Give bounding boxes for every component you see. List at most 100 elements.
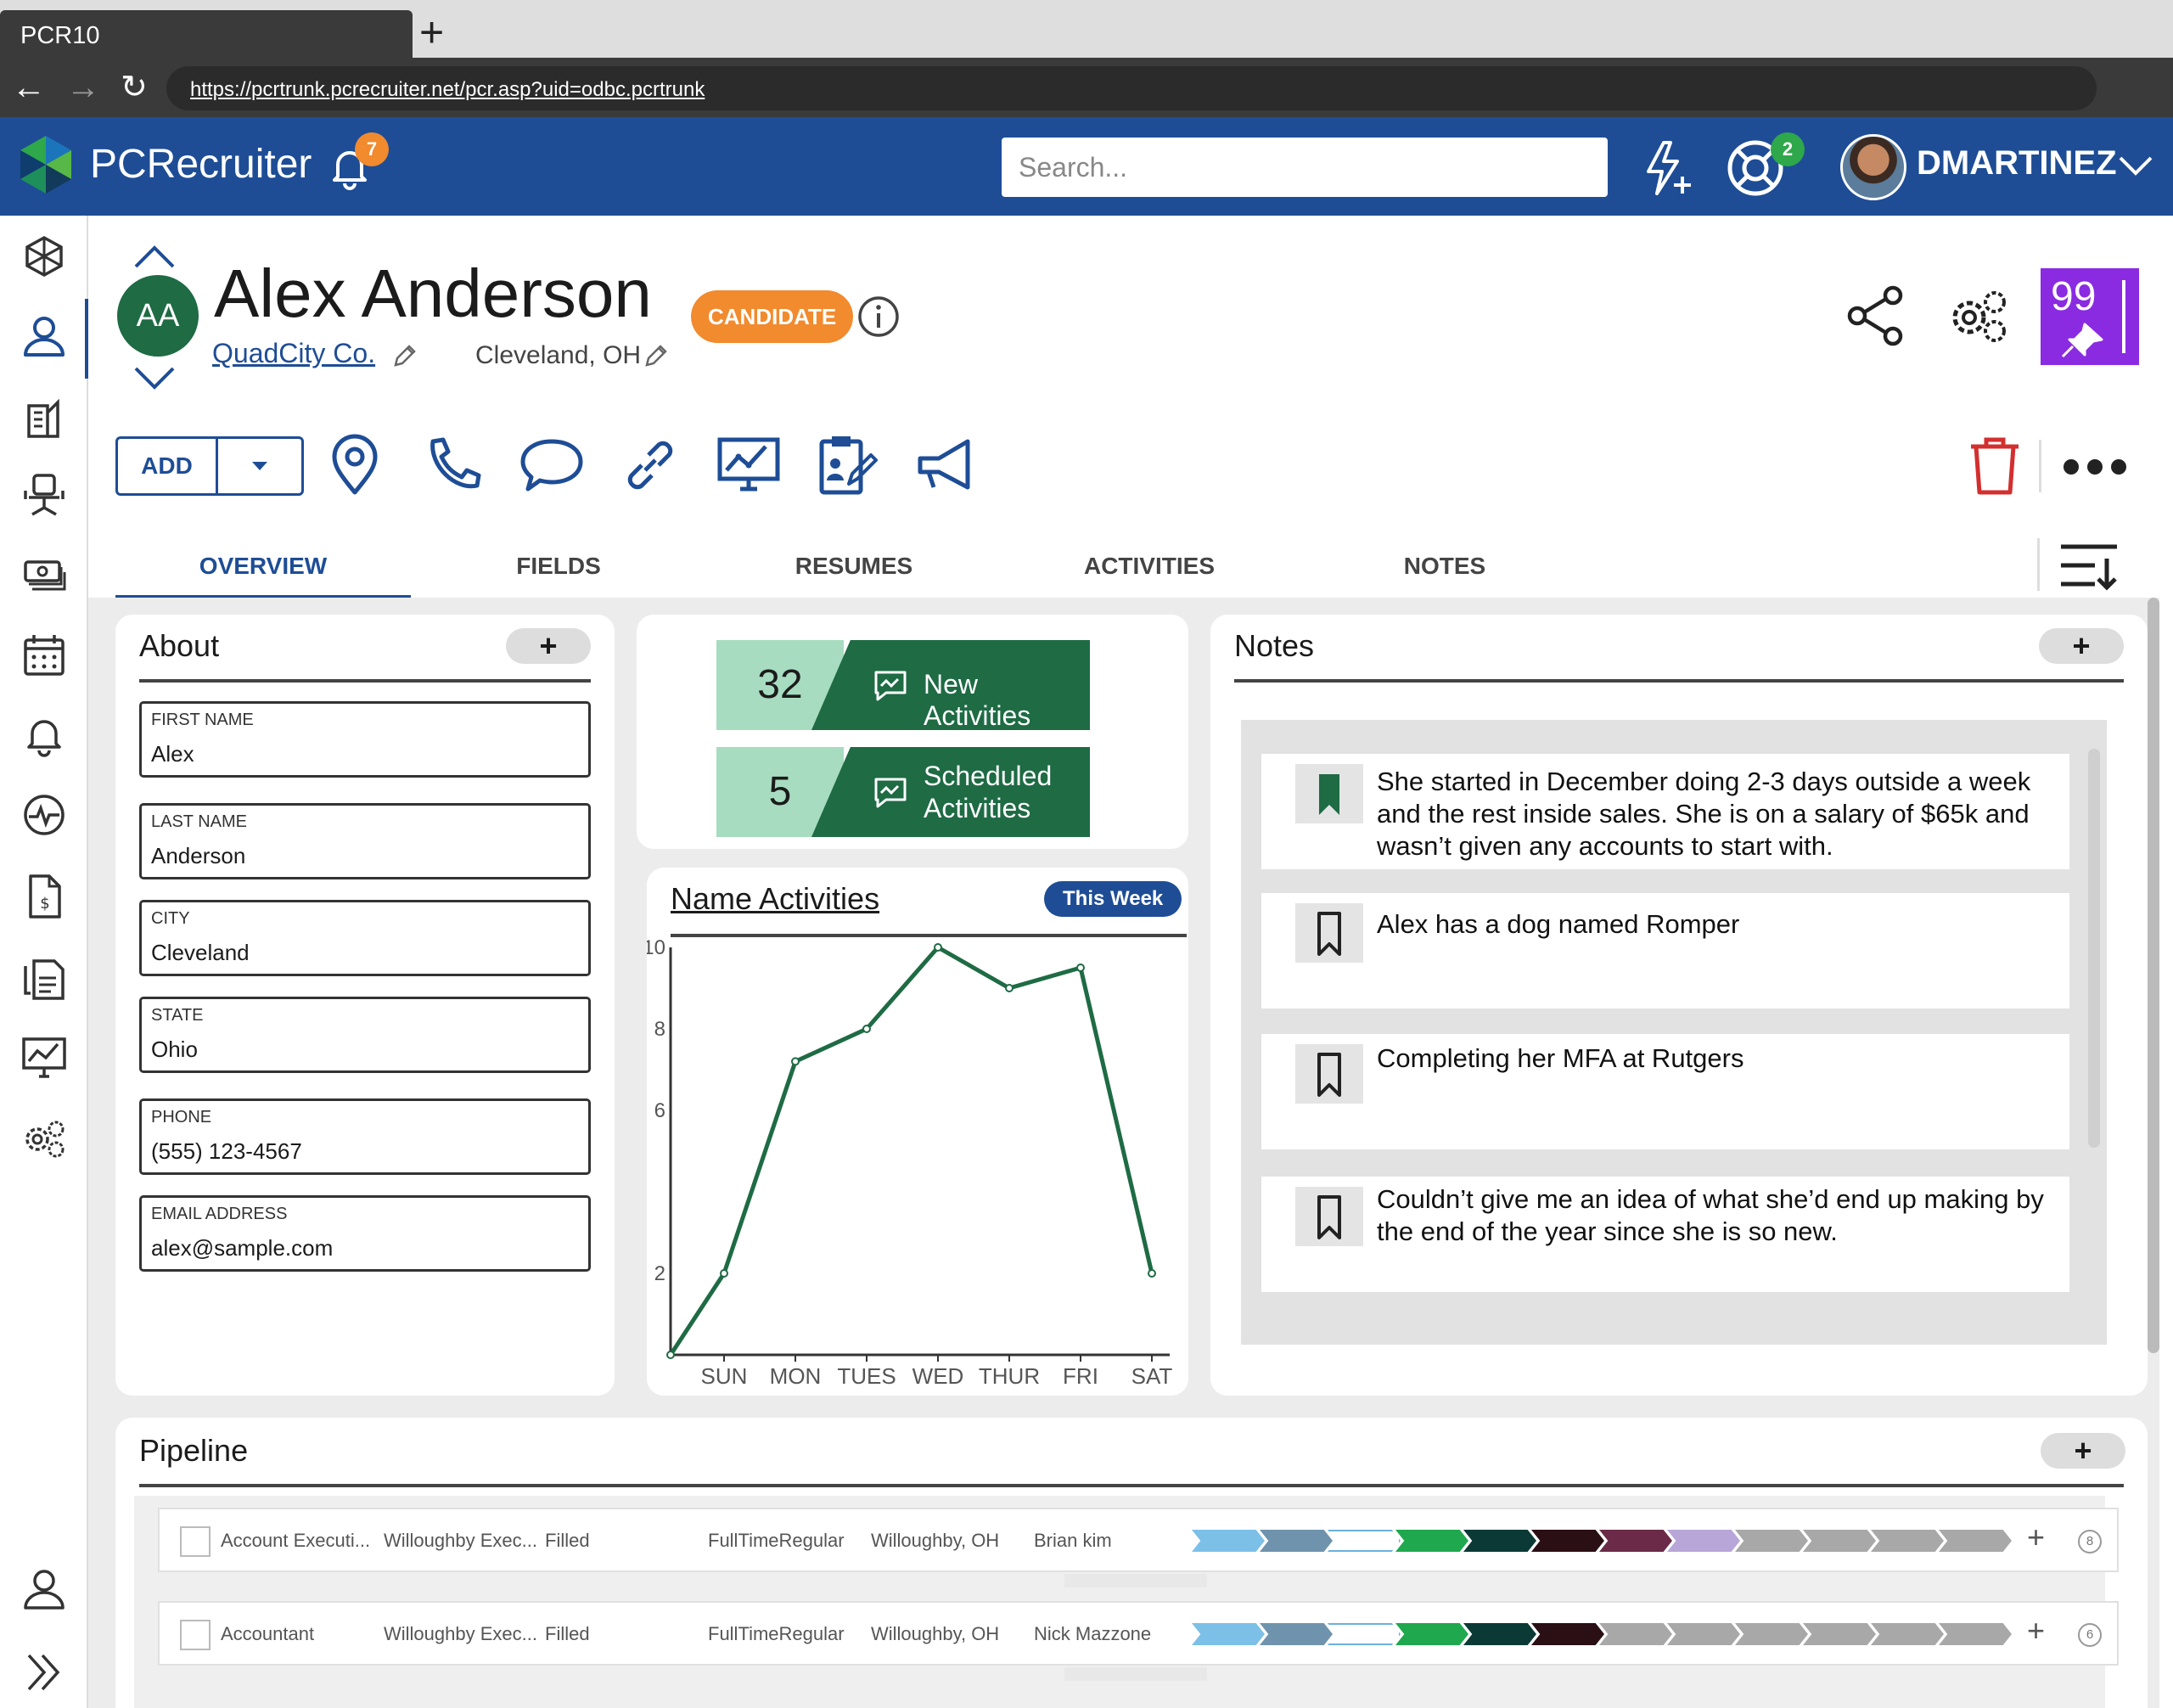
stage-progress[interactable] xyxy=(1192,1530,2012,1552)
pulse-icon[interactable] xyxy=(20,791,68,839)
chart-title[interactable]: Name Activities xyxy=(671,881,879,917)
last-name-field[interactable]: LAST NAME Anderson xyxy=(139,803,591,879)
new-activities-stat[interactable]: 32 New Activities xyxy=(716,640,1090,730)
pipeline-stage[interactable] xyxy=(1871,1530,1944,1552)
money-stack-icon[interactable] xyxy=(20,550,68,598)
expand-icon[interactable] xyxy=(20,1649,68,1696)
info-icon[interactable] xyxy=(857,295,900,338)
url-field[interactable]: https://pcrtrunk.pcrecruiter.net/pcr.asp… xyxy=(166,66,2097,110)
note-bookmark[interactable] xyxy=(1295,1044,1363,1104)
note-item[interactable]: Alex has a dog named Romper xyxy=(1261,893,2069,1009)
pipeline-stage[interactable] xyxy=(1260,1623,1333,1645)
note-item[interactable]: Completing her MFA at Rutgers xyxy=(1261,1034,2069,1149)
email-field[interactable]: EMAIL ADDRESS alex@sample.com xyxy=(139,1195,591,1272)
pipeline-stage[interactable] xyxy=(1599,1530,1672,1552)
search-input[interactable] xyxy=(1002,138,1608,197)
note-bookmark[interactable] xyxy=(1295,1187,1363,1246)
row-position[interactable]: Accountant xyxy=(221,1623,314,1645)
chevron-up-icon[interactable] xyxy=(132,243,177,270)
pipeline-stage[interactable] xyxy=(1395,1623,1468,1645)
bell-icon[interactable] xyxy=(20,711,68,759)
clipboard-icon[interactable] xyxy=(815,433,879,497)
more-options-icon[interactable] xyxy=(2059,450,2131,484)
location-pin-icon[interactable] xyxy=(323,433,387,497)
bookmark-outline-icon[interactable] xyxy=(1295,903,1363,963)
pipeline-stage[interactable] xyxy=(1463,1623,1536,1645)
row-add-icon[interactable]: + xyxy=(2027,1613,2045,1649)
row-company[interactable]: Willoughby Exec... xyxy=(384,1530,537,1552)
pipeline-stage[interactable] xyxy=(1463,1530,1536,1552)
pipeline-stage[interactable] xyxy=(1531,1530,1604,1552)
pipeline-stage[interactable] xyxy=(1803,1623,1876,1645)
row-expand-tab[interactable] xyxy=(1064,1667,1207,1681)
page-scrollbar[interactable] xyxy=(2148,598,2159,1353)
invoice-icon[interactable]: $ xyxy=(20,873,68,920)
tab-fields[interactable]: FIELDS xyxy=(411,538,706,599)
megaphone-icon[interactable] xyxy=(913,433,978,497)
bookmark-outline-icon[interactable] xyxy=(1295,1187,1363,1246)
tab-resumes[interactable]: RESUMES xyxy=(706,538,1002,599)
settings-icon[interactable] xyxy=(20,1114,68,1161)
pipeline-stage[interactable] xyxy=(1803,1530,1876,1552)
pipeline-stage[interactable] xyxy=(1667,1623,1740,1645)
this-week-filter[interactable]: This Week xyxy=(1044,881,1182,917)
first-name-field[interactable]: FIRST NAME Alex xyxy=(139,701,591,778)
company-link[interactable]: QuadCity Co. xyxy=(212,338,375,369)
phone-field[interactable]: PHONE (555) 123-4567 xyxy=(139,1098,591,1175)
score-badge[interactable]: 99 xyxy=(2041,268,2139,365)
row-contact[interactable]: Nick Mazzone xyxy=(1034,1623,1151,1645)
trash-icon[interactable] xyxy=(1962,433,2027,497)
caret-down-icon[interactable] xyxy=(218,439,301,493)
edit-location-pencil-icon[interactable] xyxy=(643,343,669,368)
pipeline-stage[interactable] xyxy=(1871,1623,1944,1645)
pipeline-stage[interactable] xyxy=(1531,1623,1604,1645)
edit-company-pencil-icon[interactable] xyxy=(392,343,418,368)
documents-icon[interactable] xyxy=(20,954,68,1002)
notes-scrollbar[interactable] xyxy=(2088,749,2100,1148)
table-row[interactable]: Account Executi... Willoughby Exec... Fi… xyxy=(158,1508,2119,1572)
add-about-button[interactable]: + xyxy=(506,628,591,664)
pipeline-stage[interactable] xyxy=(1735,1530,1808,1552)
tab-notes[interactable]: NOTES xyxy=(1297,538,1592,599)
add-button[interactable]: ADD xyxy=(115,436,304,496)
add-note-button[interactable]: + xyxy=(2039,628,2124,664)
office-chair-icon[interactable] xyxy=(20,472,68,520)
row-position[interactable]: Account Executi... xyxy=(221,1530,370,1552)
back-icon[interactable]: ← xyxy=(12,66,46,109)
link-icon[interactable] xyxy=(618,433,682,497)
row-contact[interactable]: Brian kim xyxy=(1034,1530,1112,1552)
pipeline-stage[interactable] xyxy=(1939,1530,2012,1552)
row-checkbox[interactable] xyxy=(180,1620,211,1650)
new-tab-icon[interactable]: + xyxy=(419,8,444,56)
pipeline-stage[interactable] xyxy=(1192,1623,1265,1645)
user-avatar[interactable] xyxy=(1840,134,1906,200)
tab-overview[interactable]: OVERVIEW xyxy=(115,538,411,599)
tab-activities[interactable]: ACTIVITIES xyxy=(1002,538,1297,599)
chat-icon[interactable] xyxy=(519,433,584,497)
note-item[interactable]: She started in December doing 2-3 days o… xyxy=(1261,754,2069,869)
chevron-down-icon[interactable] xyxy=(2117,148,2154,182)
add-pipeline-button[interactable]: + xyxy=(2041,1433,2125,1469)
buildings-icon[interactable] xyxy=(20,394,68,441)
share-icon[interactable] xyxy=(1844,284,1908,348)
analytics-icon[interactable] xyxy=(716,433,781,497)
calendar-icon[interactable] xyxy=(20,632,68,679)
pipeline-stage[interactable] xyxy=(1735,1623,1808,1645)
row-expand-tab[interactable] xyxy=(1064,1574,1207,1587)
username[interactable]: DMARTINEZ xyxy=(1917,144,2117,183)
chart-icon[interactable] xyxy=(20,1034,68,1082)
pipeline-stage[interactable] xyxy=(1395,1530,1468,1552)
reload-icon[interactable]: ↻ xyxy=(121,66,148,109)
pipeline-stage[interactable] xyxy=(1328,1530,1401,1552)
cube-icon[interactable] xyxy=(20,233,68,280)
scheduled-activities-stat[interactable]: 5 Scheduled Activities xyxy=(716,747,1090,837)
person-icon[interactable] xyxy=(20,312,68,360)
row-add-icon[interactable]: + xyxy=(2027,1520,2045,1555)
note-bookmark[interactable] xyxy=(1295,903,1363,963)
row-checkbox[interactable] xyxy=(180,1526,211,1557)
phone-icon[interactable] xyxy=(421,433,486,497)
table-row[interactable]: Accountant Willoughby Exec... Filled Ful… xyxy=(158,1601,2119,1666)
user-bottom-icon[interactable] xyxy=(20,1565,68,1613)
bookmark-filled-icon[interactable] xyxy=(1295,764,1363,823)
pipeline-stage[interactable] xyxy=(1260,1530,1333,1552)
